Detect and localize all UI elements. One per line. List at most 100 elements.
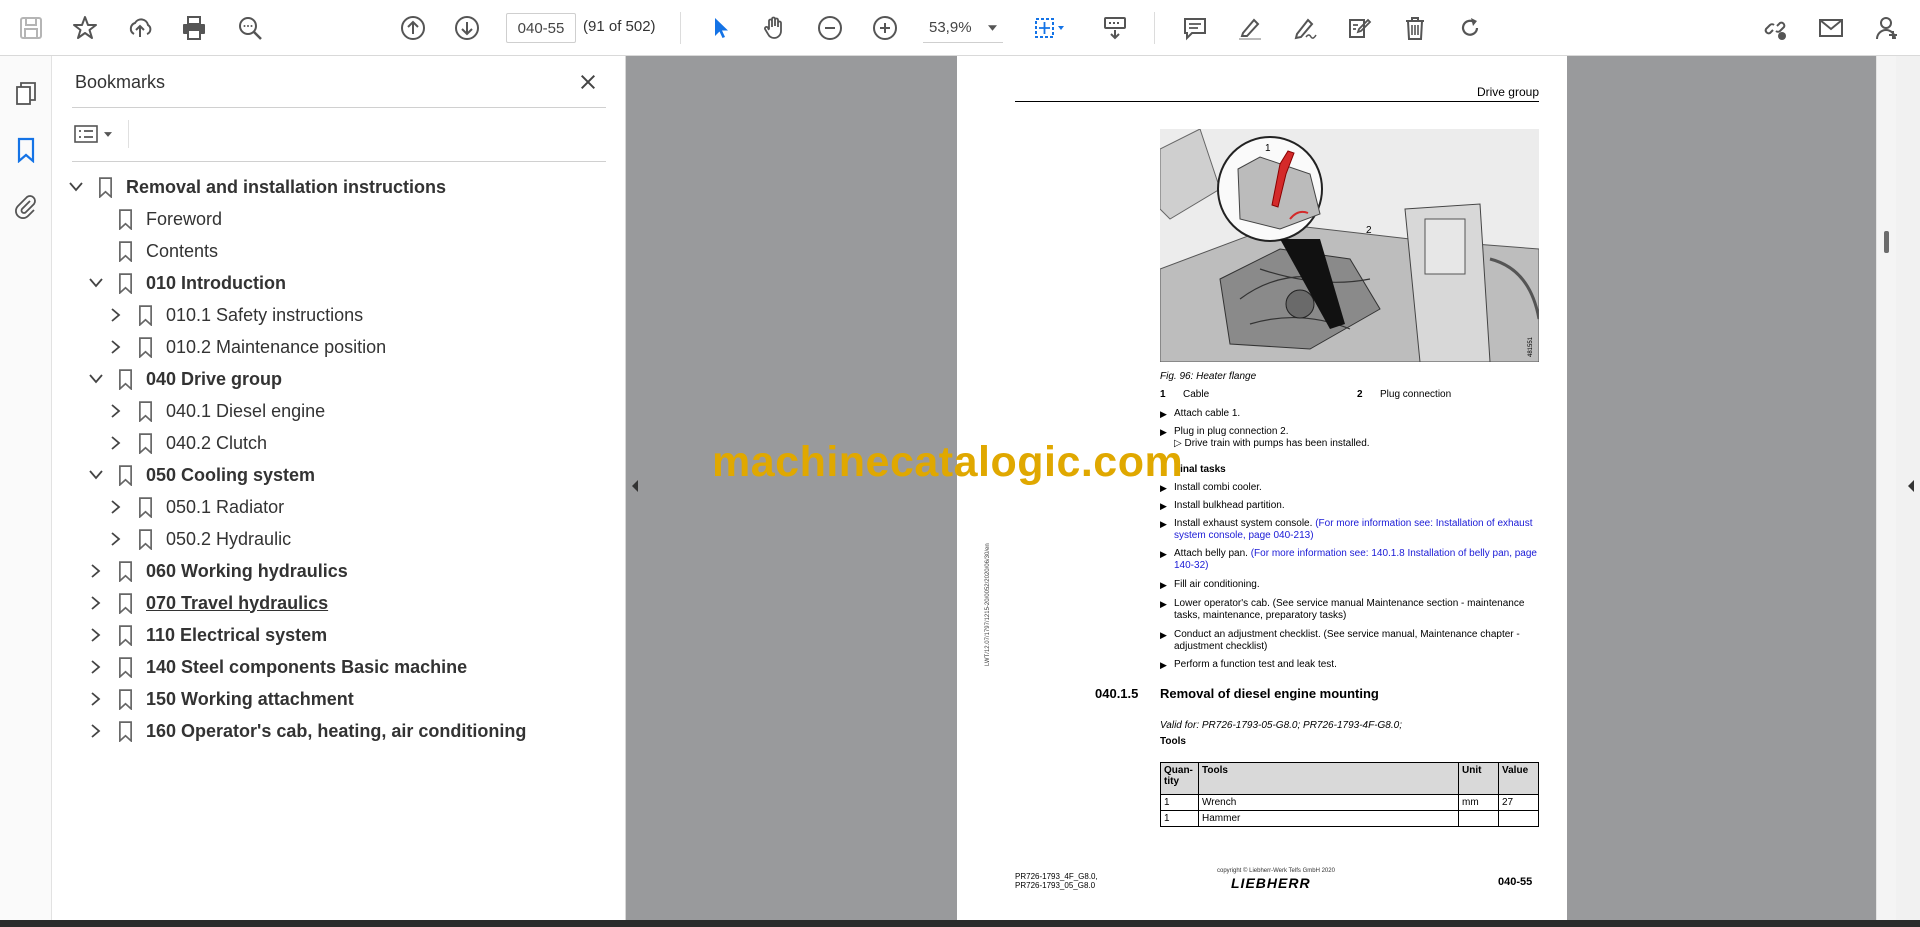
- stamp-icon[interactable]: [1343, 12, 1375, 44]
- bookmark-item[interactable]: 040.1 Diesel engine: [52, 396, 622, 426]
- page-down-icon[interactable]: [451, 12, 483, 44]
- star-icon[interactable]: [69, 12, 101, 44]
- collapse-panel-arrow-icon[interactable]: [630, 476, 640, 496]
- bookmark-icon: [116, 719, 134, 743]
- bookmark-item[interactable]: Contents: [52, 236, 622, 266]
- bookmark-icon: [116, 367, 134, 391]
- bookmark-icon: [116, 559, 134, 583]
- scrollbar-thumb[interactable]: [1884, 231, 1889, 253]
- bookmarks-panel-icon[interactable]: [10, 134, 42, 166]
- chevron-down-icon[interactable]: [66, 177, 86, 197]
- chevron-right-icon[interactable]: [86, 625, 106, 645]
- chevron-right-icon[interactable]: [86, 689, 106, 709]
- bookmark-item[interactable]: 010.2 Maintenance position: [52, 332, 622, 362]
- bookmark-item[interactable]: 150 Working attachment: [52, 684, 622, 714]
- final-step-text: Install bulkhead partition.: [1174, 500, 1540, 512]
- final-step-text: Fill air conditioning.: [1174, 579, 1540, 591]
- bookmark-item[interactable]: 010 Introduction: [52, 268, 622, 298]
- bookmark-label: Contents: [146, 240, 219, 261]
- instruction-step: ▶ Plug in plug connection 2.: [1160, 426, 1540, 438]
- chevron-down-icon[interactable]: [86, 273, 106, 293]
- table-header-cell: Quan-tity: [1160, 762, 1199, 795]
- share-link-icon[interactable]: [1759, 12, 1791, 44]
- chevron-down-icon[interactable]: [86, 369, 106, 389]
- chevron-right-icon[interactable]: [106, 337, 126, 357]
- close-icon[interactable]: [574, 68, 602, 96]
- chevron-right-icon[interactable]: [86, 561, 106, 581]
- bookmark-item[interactable]: 040 Drive group: [52, 364, 622, 394]
- legend-text-2: Plug connection: [1380, 389, 1452, 400]
- table-cell: 1: [1160, 794, 1199, 811]
- bookmark-icon: [116, 463, 134, 487]
- upload-icon[interactable]: [124, 12, 156, 44]
- print-icon[interactable]: [178, 12, 210, 44]
- bookmark-item[interactable]: 070 Travel hydraulics: [52, 588, 622, 618]
- bookmark-label: 070 Travel hydraulics: [146, 592, 329, 613]
- chevron-right-icon[interactable]: [86, 657, 106, 677]
- main-toolbar: (91 of 502) 53,9%: [0, 0, 1920, 56]
- step-result: ▷ Drive train with pumps has been instal…: [1174, 438, 1370, 449]
- zoom-in-icon[interactable]: [869, 12, 901, 44]
- panel-divider: [72, 161, 606, 162]
- page-thumbnails-icon[interactable]: [10, 78, 42, 110]
- zoom-out-icon[interactable]: [814, 12, 846, 44]
- page-up-icon[interactable]: [397, 12, 429, 44]
- chevron-right-icon[interactable]: [86, 721, 106, 741]
- bookmark-icon: [116, 239, 134, 263]
- vertical-scrollbar[interactable]: [1876, 56, 1896, 920]
- bookmark-label: 040.1 Diesel engine: [166, 400, 326, 421]
- sign-icon[interactable]: [1289, 12, 1321, 44]
- bookmark-item[interactable]: 050 Cooling system: [52, 460, 622, 490]
- delete-icon[interactable]: [1399, 12, 1431, 44]
- table-header-cell: Tools: [1198, 762, 1459, 795]
- scroll-mode-icon[interactable]: [1099, 12, 1131, 44]
- bookmark-options-button[interactable]: [74, 119, 120, 149]
- bookmark-item[interactable]: 110 Electrical system: [52, 620, 622, 650]
- rotate-icon[interactable]: [1454, 12, 1486, 44]
- table-header-cell: Unit: [1458, 762, 1499, 795]
- account-icon[interactable]: [1871, 12, 1903, 44]
- chevron-right-icon[interactable]: [106, 529, 126, 549]
- search-zoom-icon[interactable]: [234, 12, 266, 44]
- bookmark-label: 010.2 Maintenance position: [166, 336, 387, 357]
- select-cursor-icon[interactable]: [705, 12, 737, 44]
- bookmark-icon: [116, 655, 134, 679]
- zoom-select[interactable]: 53,9%: [923, 13, 1003, 43]
- bookmark-item[interactable]: 050.1 Radiator: [52, 492, 622, 522]
- bookmark-item[interactable]: Foreword: [52, 204, 622, 234]
- chevron-down-icon[interactable]: [86, 465, 106, 485]
- chevron-right-icon[interactable]: [86, 593, 106, 613]
- bookmark-item[interactable]: 050.2 Hydraulic: [52, 524, 622, 554]
- table-header-cell: Value: [1498, 762, 1539, 795]
- save-icon[interactable]: [15, 12, 47, 44]
- bookmark-item[interactable]: 040.2 Clutch: [52, 428, 622, 458]
- page-count: (91 of 502): [583, 18, 656, 35]
- highlight-icon[interactable]: [1234, 12, 1266, 44]
- comment-icon[interactable]: [1179, 12, 1211, 44]
- chevron-right-icon[interactable]: [106, 497, 126, 517]
- bookmark-item[interactable]: 060 Working hydraulics: [52, 556, 622, 586]
- toolbar-divider: [680, 12, 681, 44]
- document-view[interactable]: Drive group 1 2 481551 Fig. 96: Heater f…: [626, 56, 1876, 920]
- bookmark-label: 050 Cooling system: [146, 464, 316, 485]
- hand-tool-icon[interactable]: [759, 12, 791, 44]
- expand-right-pane-arrow-icon[interactable]: [1906, 476, 1916, 496]
- chevron-right-icon[interactable]: [106, 305, 126, 325]
- bookmark-icon: [116, 591, 134, 615]
- bookmark-icon: [116, 207, 134, 231]
- mail-icon[interactable]: [1815, 12, 1847, 44]
- legend-number-2: 2: [1357, 389, 1363, 400]
- bookmark-item[interactable]: 140 Steel components Basic machine: [52, 652, 622, 682]
- fit-page-icon[interactable]: [1028, 12, 1072, 44]
- chevron-right-icon[interactable]: [106, 433, 126, 453]
- final-step: ▶ Install exhaust system console. (For mo…: [1160, 518, 1540, 542]
- bookmark-item[interactable]: 010.1 Safety instructions: [52, 300, 622, 330]
- bookmark-label: 010 Introduction: [146, 272, 287, 293]
- attachments-icon[interactable]: [10, 190, 42, 222]
- page-number-input[interactable]: [506, 13, 576, 43]
- chevron-right-icon[interactable]: [106, 401, 126, 421]
- page-header: Drive group: [1015, 84, 1539, 102]
- bookmark-item[interactable]: Removal and installation instructions: [52, 172, 622, 202]
- bookmark-item[interactable]: 160 Operator's cab, heating, air conditi…: [52, 716, 622, 746]
